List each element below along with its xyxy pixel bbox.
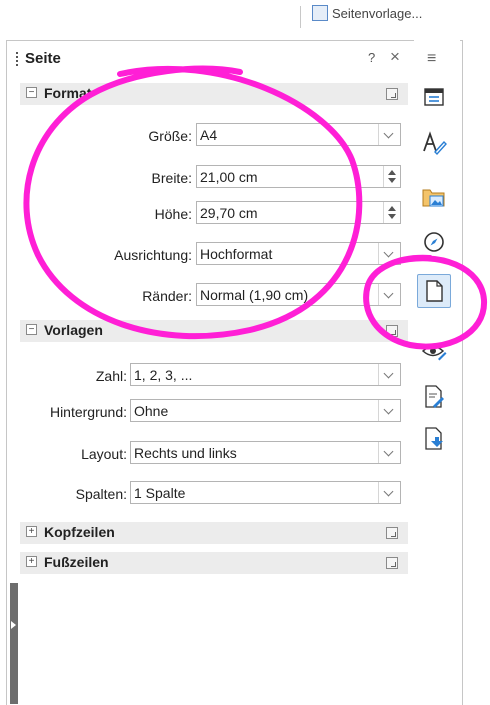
layout-label: Layout: — [81, 446, 127, 462]
number-value: 1, 2, 3, ... — [134, 366, 193, 383]
number-label: Zahl: — [95, 368, 127, 384]
more-options-icon[interactable] — [386, 527, 398, 539]
style-inspector-icon — [421, 345, 447, 361]
more-options-icon[interactable] — [386, 325, 398, 337]
navigator-icon — [424, 232, 444, 252]
tab-design[interactable] — [417, 422, 451, 456]
manage-changes-icon — [425, 385, 444, 408]
design-icon — [425, 427, 443, 450]
page-icon — [426, 280, 443, 302]
chevron-down-icon[interactable] — [378, 400, 400, 421]
height-value: 29,70 cm — [200, 204, 258, 221]
columns-label: Spalten: — [75, 486, 127, 502]
margins-label: Ränder: — [142, 288, 192, 304]
section-format-header[interactable]: − Format — [20, 83, 408, 105]
top-toolbar: Seitenvorlage... — [0, 0, 490, 30]
height-spinner[interactable] — [383, 202, 400, 223]
width-field[interactable]: 21,00 cm — [196, 165, 401, 188]
orientation-label: Ausrichtung: — [114, 247, 192, 263]
expand-icon[interactable]: + — [26, 526, 37, 537]
orientation-select[interactable]: Hochformat — [196, 242, 401, 265]
tab-navigator[interactable] — [417, 225, 451, 259]
panel-title: Seite — [25, 50, 61, 67]
styles-icon — [423, 131, 447, 156]
section-header-header[interactable]: + Kopfzeilen — [20, 522, 408, 544]
section-footer-header[interactable]: + Fußzeilen — [20, 552, 408, 574]
margins-select[interactable]: Normal (1,90 cm) — [196, 283, 401, 306]
section-templates-header[interactable]: − Vorlagen — [20, 320, 408, 342]
background-select[interactable]: Ohne — [130, 399, 401, 422]
section-header-title: Kopfzeilen — [44, 524, 115, 540]
section-format-title: Format — [44, 85, 92, 101]
size-value: A4 — [200, 126, 218, 143]
properties-icon — [424, 88, 444, 106]
spin-down-icon[interactable] — [388, 214, 396, 219]
tab-manage-changes[interactable] — [417, 380, 451, 414]
spin-down-icon[interactable] — [388, 178, 396, 183]
help-button[interactable]: ? — [368, 50, 375, 65]
section-footer-title: Fußzeilen — [44, 554, 109, 570]
chevron-down-icon[interactable] — [378, 482, 400, 503]
tab-gallery[interactable] — [417, 180, 451, 214]
layout-select[interactable]: Rechts und links — [130, 441, 401, 464]
collapse-icon[interactable]: − — [26, 87, 37, 98]
chevron-down-icon[interactable] — [378, 284, 400, 305]
page-style-button[interactable]: Seitenvorlage... — [312, 2, 422, 24]
spin-up-icon[interactable] — [388, 206, 396, 211]
height-label: Höhe: — [154, 206, 192, 222]
margins-value: Normal (1,90 cm) — [200, 286, 309, 303]
chevron-down-icon[interactable] — [378, 243, 400, 264]
panel-grip-icon[interactable] — [16, 52, 21, 66]
tab-style-inspector[interactable] — [417, 334, 451, 368]
sidebar-menu-icon[interactable]: ≡ — [427, 50, 436, 68]
page-style-icon — [312, 5, 328, 21]
width-spinner[interactable] — [383, 166, 400, 187]
height-field[interactable]: 29,70 cm — [196, 201, 401, 224]
tab-styles[interactable] — [417, 126, 451, 160]
orientation-value: Hochformat — [200, 245, 273, 262]
background-label: Hintergrund: — [49, 404, 127, 420]
section-templates-title: Vorlagen — [44, 322, 103, 338]
gallery-icon — [422, 189, 445, 207]
more-options-icon[interactable] — [386, 557, 398, 569]
columns-value: 1 Spalte — [134, 484, 186, 501]
columns-select[interactable]: 1 Spalte — [130, 481, 401, 504]
toolbar-separator — [300, 6, 301, 28]
page-style-label: Seitenvorlage... — [332, 5, 423, 21]
collapse-icon[interactable]: − — [26, 324, 37, 335]
size-label: Größe: — [148, 128, 192, 144]
tab-page[interactable] — [417, 274, 451, 308]
layout-value: Rechts und links — [134, 444, 237, 461]
tab-properties[interactable] — [417, 80, 451, 114]
chevron-down-icon[interactable] — [378, 364, 400, 385]
width-value: 21,00 cm — [200, 168, 258, 185]
background-value: Ohne — [134, 402, 169, 419]
close-button[interactable]: × — [390, 47, 400, 67]
chevron-down-icon[interactable] — [378, 124, 400, 145]
width-label: Breite: — [151, 170, 192, 186]
sidebar-collapse-handle[interactable] — [10, 583, 18, 704]
size-select[interactable]: A4 — [196, 123, 401, 146]
expand-icon[interactable]: + — [26, 556, 37, 567]
spin-up-icon[interactable] — [388, 170, 396, 175]
number-select[interactable]: 1, 2, 3, ... — [130, 363, 401, 386]
more-options-icon[interactable] — [386, 88, 398, 100]
chevron-down-icon[interactable] — [378, 442, 400, 463]
